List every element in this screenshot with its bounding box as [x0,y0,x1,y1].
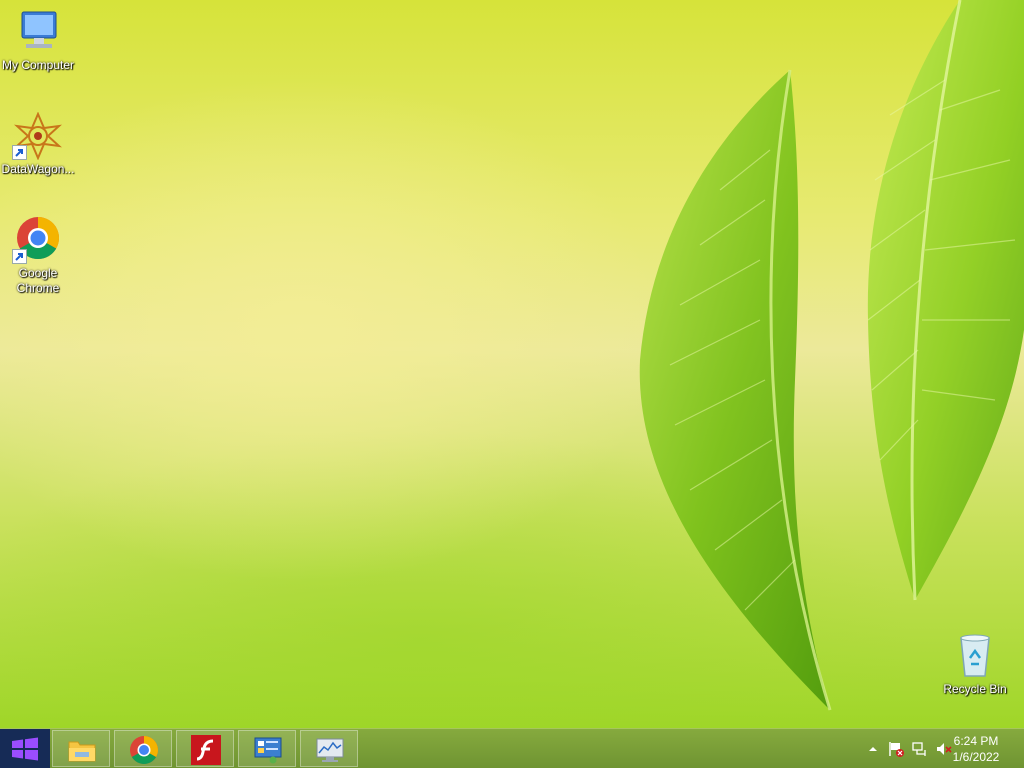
taskbar-control-panel[interactable] [238,730,296,767]
clock-time: 6:24 PM [953,734,999,748]
shortcut-arrow-icon [12,145,27,160]
my-computer-icon [14,8,62,56]
taskbar-clock[interactable]: 6:24 PM 1/6/2022 [946,733,1006,765]
clock-date: 1/6/2022 [952,750,1000,764]
taskbar-google-chrome[interactable] [114,730,172,767]
start-button[interactable] [0,729,50,768]
flash-icon [191,735,221,765]
monitor-chart-icon [316,738,344,762]
desktop-icon-label: DataWagon... [1,162,75,176]
taskbar-file-explorer[interactable] [52,730,110,767]
windows-logo-icon [12,737,38,761]
desktop[interactable]: My Computer DataWagon... Google Chrome R… [0,0,1024,728]
desktop-icon-datawagon[interactable]: DataWagon... [0,111,76,177]
show-hidden-icons-arrow[interactable] [868,741,878,759]
taskbar: 6:24 PM 1/6/2022 [0,728,1024,768]
control-panel-icon [254,737,282,764]
taskbar-performance-monitor[interactable] [300,730,358,767]
datawagon-icon [12,111,63,161]
chrome-icon [12,216,62,264]
recycle-bin-icon [951,632,999,680]
shortcut-arrow-icon [12,249,27,264]
wallpaper-leaves [639,0,1024,711]
network-icon[interactable] [912,741,928,762]
taskbar-adobe-flash[interactable] [176,730,234,767]
system-tray: 6:24 PM 1/6/2022 [844,729,1024,768]
desktop-icon-label: My Computer [1,58,75,72]
desktop-icon-label: Recycle Bin [943,682,1007,696]
desktop-icon-recycle-bin[interactable]: Recycle Bin [937,632,1013,697]
desktop-icon-label: Google Chrome [16,266,60,295]
action-center-flag-icon[interactable] [888,741,904,762]
folder-icon [68,741,96,762]
desktop-icon-google-chrome[interactable]: Google Chrome [0,216,76,296]
desktop-icon-my-computer[interactable]: My Computer [0,8,76,73]
chrome-icon [130,736,158,764]
